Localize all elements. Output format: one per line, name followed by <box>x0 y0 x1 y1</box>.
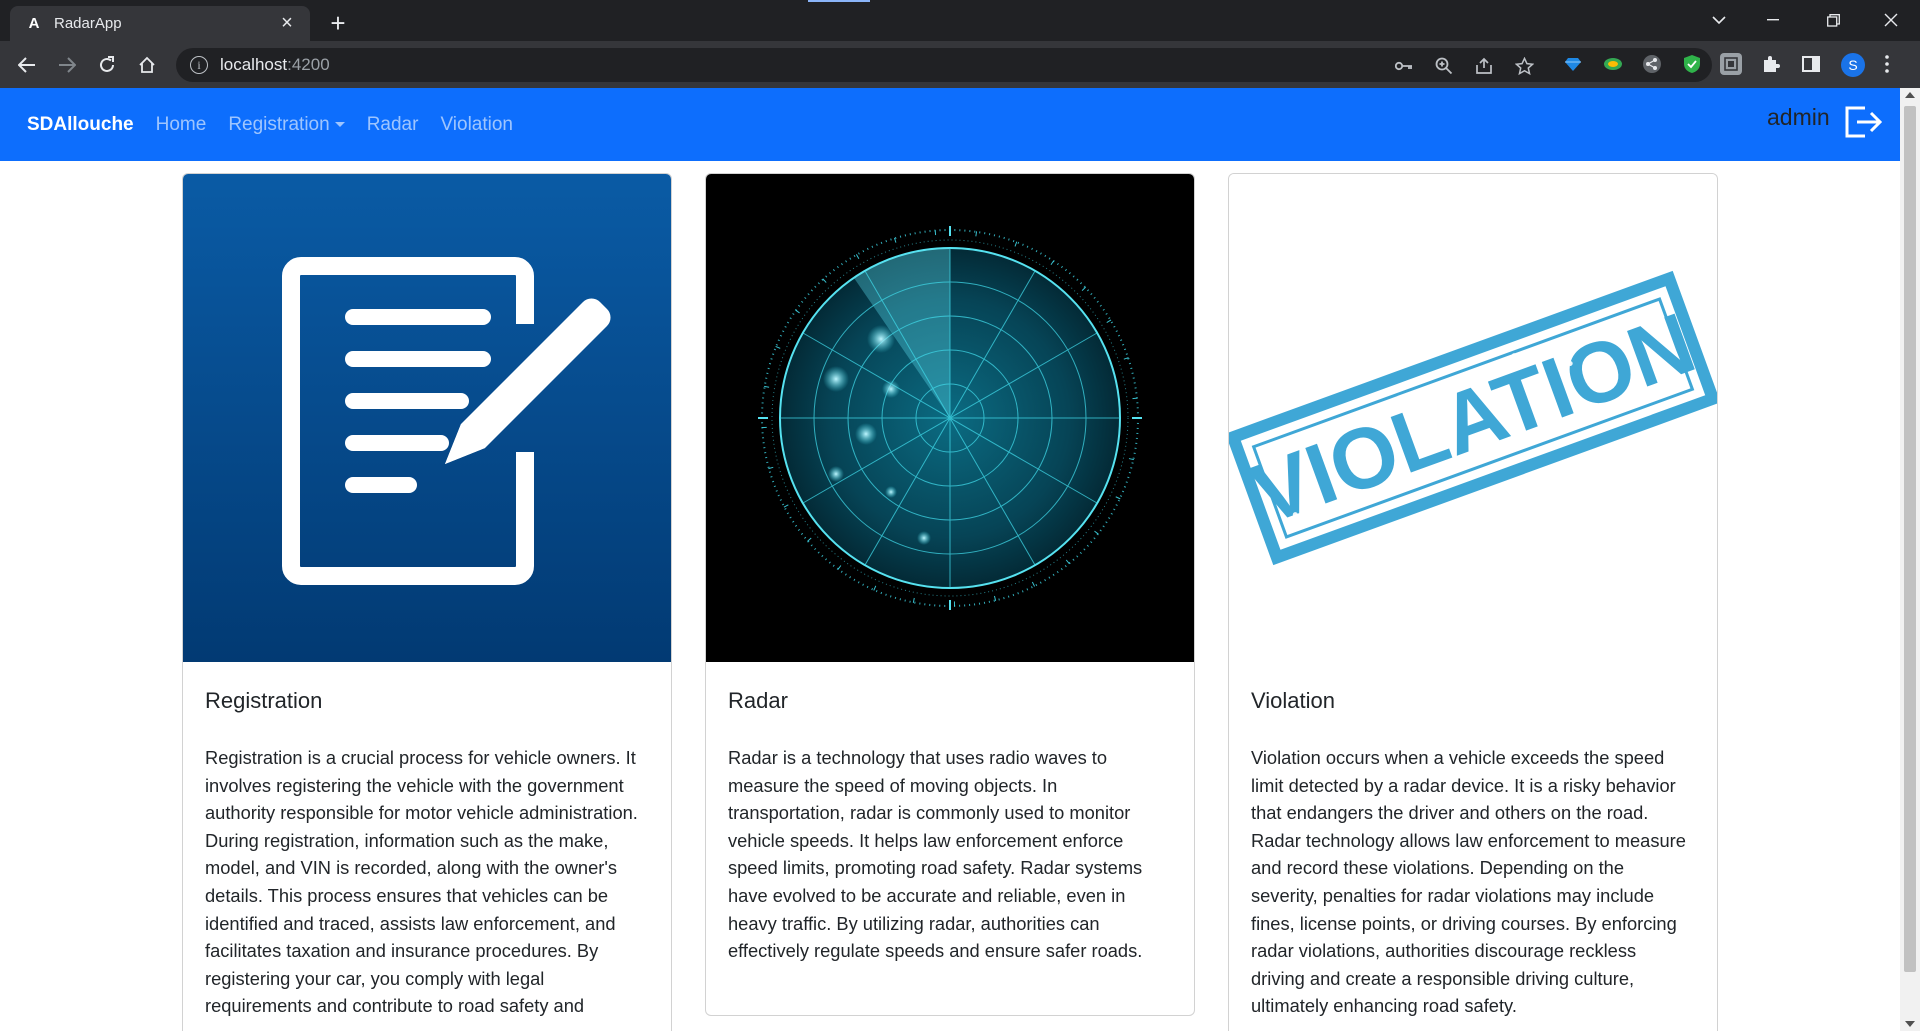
dropdown-caret-icon <box>334 122 345 127</box>
navbar-username: admin <box>1767 104 1830 130</box>
scroll-up-arrow-icon[interactable] <box>1905 92 1915 98</box>
scrollbar-thumb[interactable] <box>1904 106 1916 972</box>
registration-form-icon <box>183 174 671 662</box>
minimize-button[interactable] <box>1750 5 1796 35</box>
forward-button[interactable] <box>50 48 84 82</box>
logout-icon[interactable] <box>1843 104 1883 140</box>
qr-extension-icon[interactable] <box>1720 53 1742 75</box>
violation-card: VIOLATION Violation Violation occurs whe… <box>1228 173 1718 1031</box>
new-tab-button[interactable]: + <box>324 8 352 38</box>
nav-link-home[interactable]: Home <box>156 114 207 136</box>
radar-screen-image <box>706 174 1194 662</box>
share-icon[interactable] <box>1474 56 1494 76</box>
nav-link-violation[interactable]: Violation <box>440 114 513 136</box>
address-bar[interactable]: i localhost:4200 <box>176 48 1712 82</box>
nav-link-registration[interactable]: Registration <box>228 114 345 136</box>
nav-link-radar[interactable]: Radar <box>367 114 419 136</box>
close-tab-icon[interactable]: × <box>276 12 298 35</box>
home-button[interactable] <box>130 48 164 82</box>
extensions-puzzle-icon[interactable] <box>1760 53 1782 75</box>
registration-card-body: Registration Registration is a crucial p… <box>183 662 671 1031</box>
url-text: localhost:4200 <box>220 55 330 74</box>
browser-toolbar: i localhost:4200 S <box>0 41 1920 88</box>
scroll-down-arrow-icon[interactable] <box>1905 1021 1915 1027</box>
card-text: Violation occurs when a vehicle exceeds … <box>1251 747 1686 1017</box>
page-viewport: SDAllouche Home Registration Radar Viola… <box>0 88 1920 1031</box>
site-info-icon[interactable]: i <box>190 56 208 74</box>
violation-stamp-image: VIOLATION <box>1229 174 1717 662</box>
navbar-brand[interactable]: SDAllouche <box>27 114 134 136</box>
network-extension-icon[interactable] <box>1641 53 1663 75</box>
profile-avatar[interactable]: S <box>1841 53 1865 77</box>
violation-card-body: Violation Violation occurs when a vehicl… <box>1229 662 1717 1031</box>
key-icon[interactable] <box>1394 56 1414 76</box>
card-title: Violation <box>1251 688 1335 713</box>
browser-tab-strip: A RadarApp × + <box>0 0 1920 41</box>
card-title: Radar <box>728 688 788 713</box>
page-scrollbar[interactable] <box>1900 88 1920 1031</box>
back-button[interactable] <box>10 48 44 82</box>
reload-button[interactable] <box>90 48 124 82</box>
app-navbar: SDAllouche Home Registration Radar Viola… <box>0 88 1900 161</box>
gem-extension-icon[interactable] <box>1562 53 1584 75</box>
side-panel-icon[interactable] <box>1800 53 1822 75</box>
shield-extension-icon[interactable] <box>1681 53 1703 75</box>
radar-card-body: Radar Radar is a technology that uses ra… <box>706 662 1194 983</box>
radar-card: Radar Radar is a technology that uses ra… <box>705 173 1195 1016</box>
card-text: Registration is a crucial process for ve… <box>205 747 638 1017</box>
registration-card: Registration Registration is a crucial p… <box>182 173 672 1031</box>
restore-button[interactable] <box>1810 5 1856 35</box>
close-window-button[interactable] <box>1868 5 1914 35</box>
browser-tab[interactable]: A RadarApp × <box>10 6 310 41</box>
tab-search-indicator <box>808 0 870 2</box>
google-translate-extension-icon[interactable] <box>1602 53 1624 75</box>
tab-title: RadarApp <box>54 15 122 32</box>
zoom-icon[interactable] <box>1434 56 1454 76</box>
bookmark-star-icon[interactable] <box>1514 56 1534 76</box>
tab-search-chevron-icon[interactable] <box>1696 5 1742 35</box>
chrome-menu-icon[interactable] <box>1880 53 1894 75</box>
card-title: Registration <box>205 688 323 713</box>
angular-favicon-icon: A <box>28 15 40 32</box>
card-text: Radar is a technology that uses radio wa… <box>728 747 1143 962</box>
